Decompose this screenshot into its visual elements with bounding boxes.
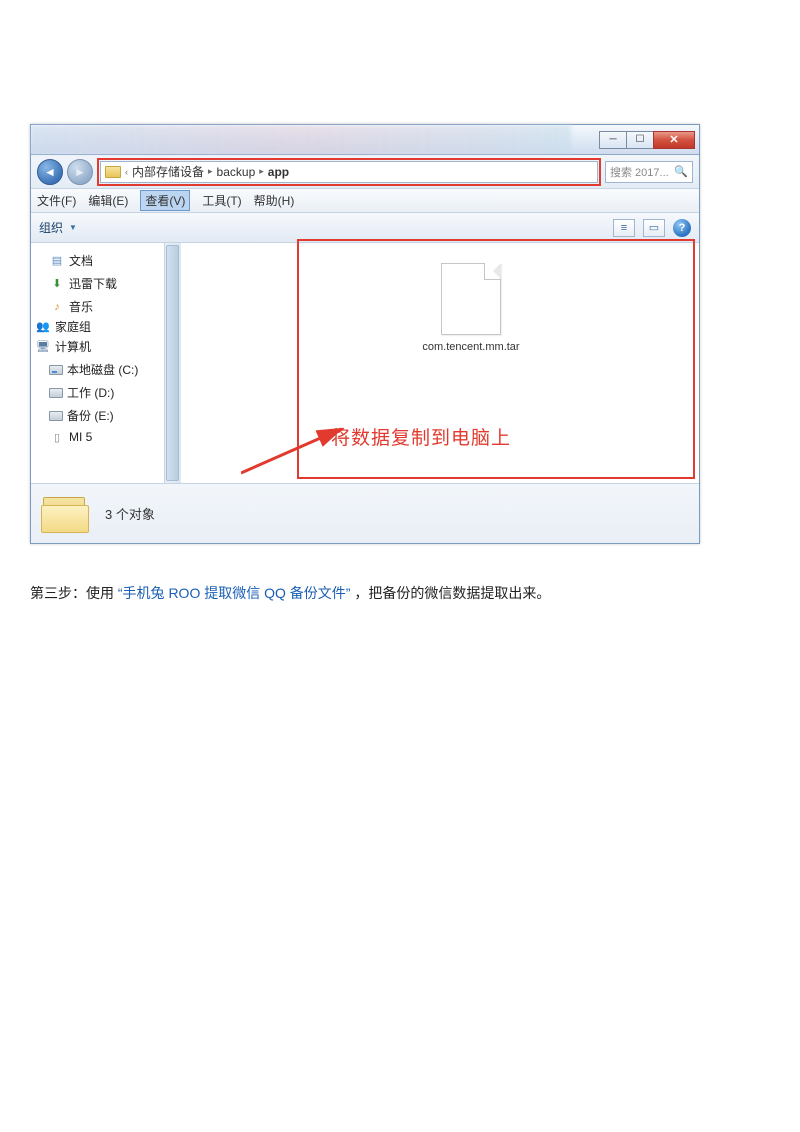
menu-help[interactable]: 帮助(H) bbox=[254, 192, 295, 209]
status-text: 3 个对象 bbox=[105, 504, 155, 523]
caption-prefix: 第三步：使用 bbox=[30, 585, 114, 601]
drive-icon bbox=[49, 365, 63, 375]
sidebar-item-computer[interactable]: 🖥计算机 bbox=[35, 338, 176, 358]
view-mode-button[interactable]: ≡ bbox=[613, 219, 635, 237]
menu-bar: 文件(F) 编辑(E) 查看(V) 工具(T) 帮助(H) bbox=[31, 189, 699, 213]
folder-icon bbox=[105, 166, 121, 178]
homegroup-icon: 👥 bbox=[35, 320, 51, 334]
caption-paragraph: 第三步：使用 “手机兔 ROO 提取微信 QQ 备份文件” ，把备份的微信数据提… bbox=[30, 582, 770, 604]
breadcrumb-segment[interactable]: app bbox=[268, 165, 289, 179]
help-button[interactable]: ? bbox=[673, 219, 691, 237]
drive-icon bbox=[49, 388, 63, 398]
file-list-area[interactable]: com.tencent.mm.tar 将数据复制到电脑上 bbox=[181, 243, 699, 483]
sidebar-item-backup-e[interactable]: 备份 (E:) bbox=[49, 404, 176, 427]
file-item[interactable]: com.tencent.mm.tar bbox=[411, 263, 531, 353]
close-button[interactable]: ✕ bbox=[653, 131, 695, 149]
address-highlight-annotation: ‹ 内部存储设备 ▸ backup ▸ app bbox=[97, 158, 601, 186]
sidebar-item-homegroup[interactable]: 👥家庭组 bbox=[35, 318, 176, 338]
status-bar: 3 个对象 bbox=[31, 483, 699, 543]
menu-edit[interactable]: 编辑(E) bbox=[88, 192, 128, 209]
caption-suffix: ，把备份的微信数据提取出来。 bbox=[354, 585, 550, 601]
chevron-down-icon: ▼ bbox=[69, 223, 77, 232]
sidebar-item-music[interactable]: ♪音乐 bbox=[49, 295, 176, 318]
nav-forward-button[interactable]: ► bbox=[67, 159, 93, 185]
sidebar: ▤文档 ⬇迅雷下载 ♪音乐 👥家庭组 🖥计算机 本地磁盘 (C:) 工作 (D:… bbox=[31, 243, 181, 483]
sidebar-item-local-c[interactable]: 本地磁盘 (C:) bbox=[49, 358, 176, 381]
caption-link[interactable]: “手机兔 ROO 提取微信 QQ 备份文件” bbox=[118, 585, 351, 601]
menu-view[interactable]: 查看(V) bbox=[140, 190, 190, 211]
folder-icon bbox=[41, 493, 91, 535]
explorer-window: ─ ☐ ✕ ◄ ► ‹ 内部存储设备 ▸ backup ▸ app 搜索 201… bbox=[30, 124, 700, 544]
file-icon bbox=[441, 263, 501, 335]
sidebar-item-work-d[interactable]: 工作 (D:) bbox=[49, 381, 176, 404]
menu-file[interactable]: 文件(F) bbox=[37, 192, 76, 209]
titlebar: ─ ☐ ✕ bbox=[31, 125, 699, 155]
nav-back-button[interactable]: ◄ bbox=[37, 159, 63, 185]
sidebar-item-thunder[interactable]: ⬇迅雷下载 bbox=[49, 272, 176, 295]
document-icon: ▤ bbox=[49, 254, 65, 268]
music-icon: ♪ bbox=[49, 300, 65, 314]
maximize-button[interactable]: ☐ bbox=[626, 131, 654, 149]
drive-icon bbox=[49, 411, 63, 421]
computer-icon: 🖥 bbox=[35, 340, 51, 354]
search-input[interactable]: 搜索 2017... 🔍 bbox=[605, 161, 693, 183]
minimize-button[interactable]: ─ bbox=[599, 131, 627, 149]
file-name: com.tencent.mm.tar bbox=[411, 341, 531, 353]
nav-row: ◄ ► ‹ 内部存储设备 ▸ backup ▸ app 搜索 2017... 🔍 bbox=[31, 155, 699, 189]
search-placeholder: 搜索 2017... bbox=[610, 164, 669, 180]
sidebar-item-documents[interactable]: ▤文档 bbox=[49, 249, 176, 272]
address-bar[interactable]: ‹ 内部存储设备 ▸ backup ▸ app bbox=[100, 161, 598, 183]
breadcrumb-segment[interactable]: 内部存储设备 bbox=[132, 163, 204, 180]
search-icon: 🔍 bbox=[674, 165, 688, 178]
phone-icon: ▯ bbox=[49, 430, 65, 444]
sidebar-scrollbar[interactable] bbox=[164, 243, 180, 483]
sidebar-item-mi5[interactable]: ▯MI 5 bbox=[49, 427, 176, 447]
annotation-text: 将数据复制到电脑上 bbox=[331, 423, 511, 450]
preview-pane-button[interactable]: ▭ bbox=[643, 219, 665, 237]
download-icon: ⬇ bbox=[49, 277, 65, 291]
breadcrumb-segment[interactable]: backup bbox=[217, 165, 256, 179]
toolbar: 组织 ▼ ≡ ▭ ? bbox=[31, 213, 699, 243]
organize-button[interactable]: 组织 bbox=[39, 219, 63, 236]
menu-tools[interactable]: 工具(T) bbox=[202, 192, 241, 209]
